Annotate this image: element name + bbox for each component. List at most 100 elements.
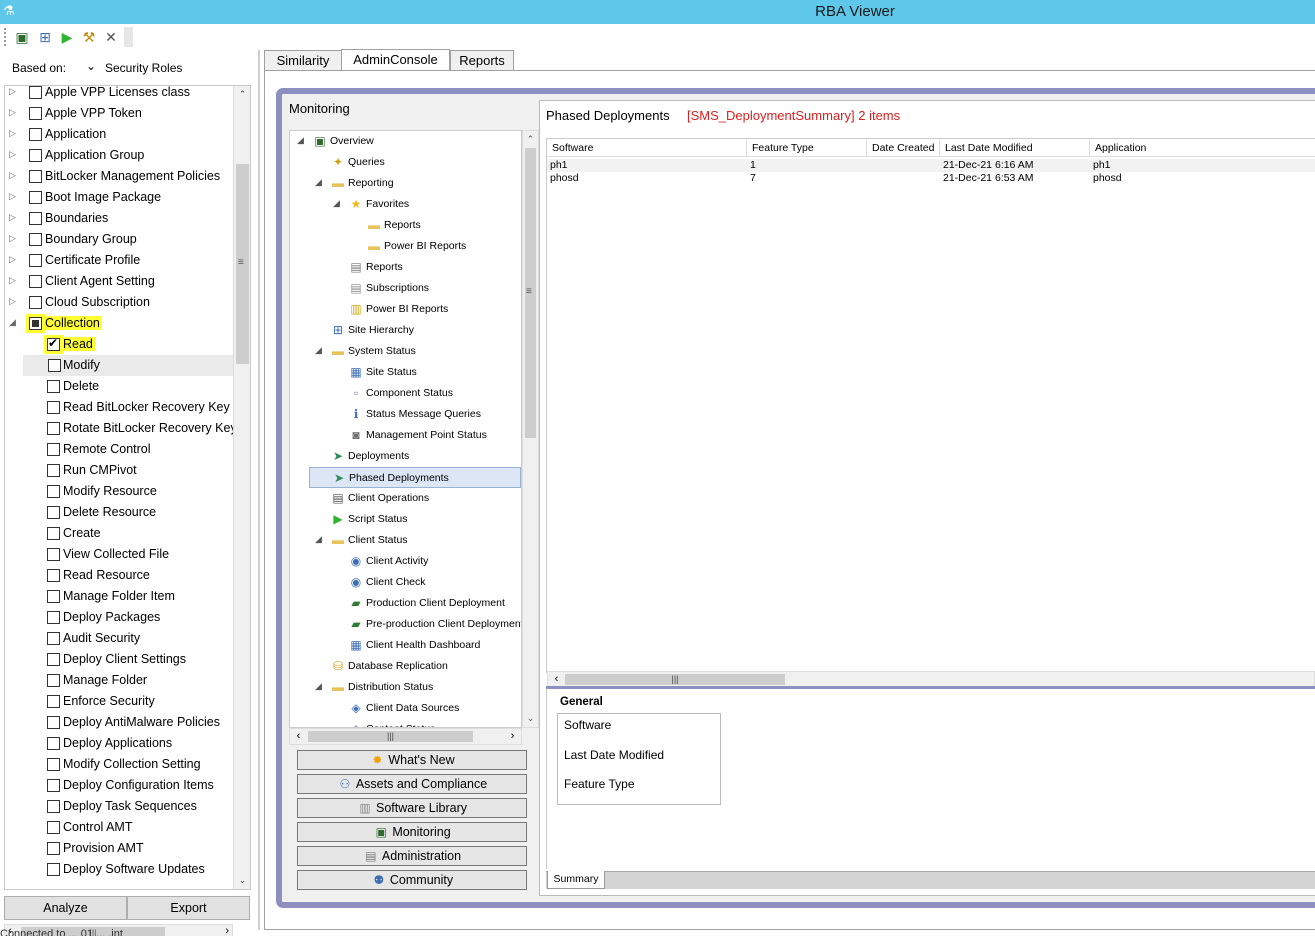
analyze-button[interactable]: Analyze (4, 896, 127, 920)
expanded-icon[interactable]: ◢ (297, 135, 304, 146)
collapsed-icon[interactable]: ▷ (9, 191, 16, 202)
scroll-down-icon[interactable]: ⌄ (523, 710, 538, 727)
tab-adminconsole[interactable]: AdminConsole (341, 49, 450, 71)
checkbox[interactable] (29, 296, 42, 309)
column-header[interactable]: Date Created (867, 139, 940, 157)
checkbox[interactable] (47, 674, 60, 687)
tree-item[interactable]: ▷ BitLocker Management Policies (5, 166, 234, 187)
checkbox[interactable] (47, 695, 60, 708)
checkbox[interactable] (47, 422, 60, 435)
tree-item[interactable]: ▷ Boundary Group (5, 229, 234, 250)
expanded-icon[interactable]: ◢ (9, 317, 16, 328)
nav-item[interactable]: ▤ Client Operations (290, 488, 521, 509)
nav-item[interactable]: ◢ ★ Favorites (290, 194, 521, 215)
checkbox[interactable] (29, 191, 42, 204)
scroll-left-icon[interactable]: ‹ (548, 672, 565, 687)
chevron-down-icon[interactable]: ⌄ (86, 59, 96, 73)
scroll-up-icon[interactable]: ⌃ (523, 131, 538, 148)
checkbox[interactable] (29, 149, 42, 162)
nav-item[interactable]: ◙ Management Point Status (290, 425, 521, 446)
collapsed-icon[interactable]: ▷ (9, 170, 16, 181)
collapsed-icon[interactable]: ▷ (9, 275, 16, 286)
scroll-thumb[interactable]: ||| (565, 674, 785, 685)
tree-item[interactable]: Manage Folder Item (5, 586, 234, 607)
tree-item[interactable]: ▷ Boot Image Package (5, 187, 234, 208)
checkbox[interactable] (47, 821, 60, 834)
tree-item[interactable]: Deploy Packages (5, 607, 234, 628)
tree-item[interactable]: Deploy Software Updates (5, 859, 234, 880)
checkbox[interactable] (47, 737, 60, 750)
checkbox[interactable] (47, 779, 60, 792)
tree-item[interactable]: ▷ Application (5, 124, 234, 145)
tree-item[interactable]: ▷ Cloud Subscription (5, 292, 234, 313)
tools-icon[interactable]: ⚒ (79, 27, 99, 47)
collapsed-icon[interactable]: ▷ (9, 254, 16, 265)
scroll-up-icon[interactable]: ⌃ (234, 86, 250, 103)
workspace-button[interactable]: ▣ Monitoring (297, 822, 527, 842)
tree-item[interactable]: Remote Control (5, 439, 234, 460)
tree-item[interactable]: Provision AMT (5, 838, 234, 859)
tree-item[interactable]: Modify Resource (5, 481, 234, 502)
tree-item[interactable]: Delete Resource (5, 502, 234, 523)
close-icon[interactable]: ✕ (101, 27, 121, 47)
scroll-down-icon[interactable]: ⌄ (234, 872, 250, 889)
nav-item[interactable]: ◈Content Status (290, 719, 521, 727)
tree-item[interactable]: Enforce Security (5, 691, 234, 712)
checkbox[interactable] (29, 317, 42, 330)
nav-item[interactable]: ℹ Status Message Queries (290, 404, 521, 425)
expanded-icon[interactable]: ◢ (315, 177, 322, 188)
tree-item[interactable]: Run CMPivot (5, 460, 234, 481)
column-header[interactable]: Software (547, 139, 747, 157)
pane-splitter[interactable] (258, 50, 260, 930)
workspace-button[interactable]: ⚇ Assets and Compliance (297, 774, 527, 794)
tree-item[interactable]: View Collected File (5, 544, 234, 565)
scroll-thumb[interactable]: ||| (308, 731, 473, 742)
column-header[interactable]: Last Date Modified (940, 139, 1090, 157)
checkbox[interactable] (29, 107, 42, 120)
nav-item[interactable]: ⛁ Database Replication (290, 656, 521, 677)
checkbox[interactable] (47, 548, 60, 561)
expanded-icon[interactable]: ◢ (315, 681, 322, 692)
checkbox[interactable] (47, 443, 60, 456)
checkbox[interactable] (47, 653, 60, 666)
tab-summary[interactable]: Summary (547, 871, 605, 889)
checkbox[interactable] (47, 380, 60, 393)
checkbox[interactable] (29, 170, 42, 183)
tree-vertical-scrollbar[interactable]: ⌃ ≡ ⌄ (233, 86, 250, 889)
checkbox[interactable] (47, 527, 60, 540)
nav-item[interactable]: ▶ Script Status (290, 509, 521, 530)
nav-item[interactable]: ◢ ▬ Reporting (290, 173, 521, 194)
nav-item[interactable]: ▥ Power BI Reports (290, 299, 521, 320)
tree-item[interactable]: Create (5, 523, 234, 544)
nav-item[interactable]: ◢ ▣ Overview (290, 131, 521, 152)
collapsed-icon[interactable]: ▷ (9, 86, 16, 97)
nav-horizontal-scrollbar[interactable]: ‹ ||| › (289, 728, 522, 745)
play-icon[interactable]: ▶ (57, 27, 77, 47)
nav-item[interactable]: ▰ Pre-production Client Deployment (290, 614, 521, 635)
collapsed-icon[interactable]: ▷ (9, 149, 16, 160)
checkbox[interactable] (29, 86, 42, 99)
column-header[interactable]: Application (1090, 139, 1315, 157)
checkbox[interactable] (47, 611, 60, 624)
tab-similarity[interactable]: Similarity (264, 50, 342, 71)
checkbox[interactable] (47, 632, 60, 645)
checkbox[interactable] (47, 506, 60, 519)
tree-item[interactable]: Deploy AntiMalware Policies (5, 712, 234, 733)
checkbox[interactable] (47, 716, 60, 729)
collapsed-icon[interactable]: ▷ (9, 107, 16, 118)
tree-item[interactable]: Control AMT (5, 817, 234, 838)
tree-item[interactable]: Rotate BitLocker Recovery Key (5, 418, 237, 439)
console-icon[interactable]: ▣ (12, 27, 32, 47)
tab-reports[interactable]: Reports (450, 50, 514, 71)
checkbox[interactable] (47, 758, 60, 771)
nav-item[interactable]: ⊞ Site Hierarchy (290, 320, 521, 341)
checkbox[interactable] (29, 254, 42, 267)
scroll-right-icon[interactable]: › (504, 729, 521, 744)
checkbox[interactable] (47, 336, 60, 351)
based-on-dropdown[interactable]: Security Roles (105, 61, 182, 75)
checkbox[interactable] (47, 464, 60, 477)
collapsed-icon[interactable]: ▷ (9, 233, 16, 244)
nav-item[interactable]: ◢ ▬ Distribution Status (290, 677, 521, 698)
nav-item[interactable]: ▦ Site Status (290, 362, 521, 383)
checkbox[interactable] (29, 233, 42, 246)
